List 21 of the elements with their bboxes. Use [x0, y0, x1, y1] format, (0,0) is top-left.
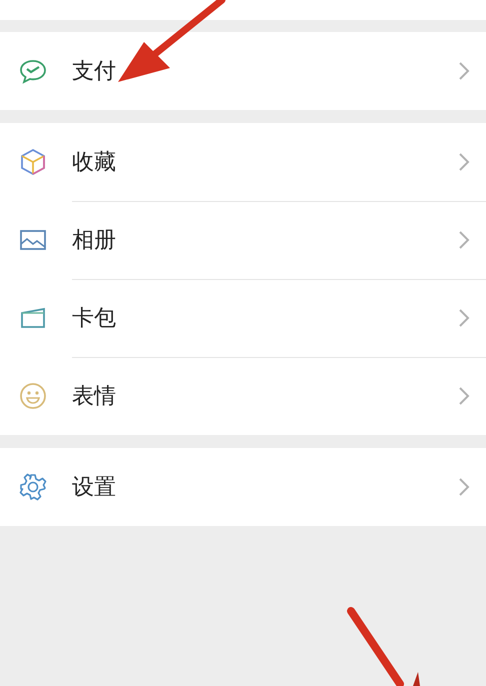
chevron-icon	[458, 61, 470, 81]
cube-icon	[18, 147, 48, 177]
settings-icon	[18, 472, 48, 502]
menu-item[interactable]: 相册	[0, 201, 486, 279]
menu-item[interactable]: 表情	[0, 357, 486, 435]
menu-label: 支付	[72, 58, 117, 86]
menu-label: 表情	[72, 382, 117, 410]
menu-item[interactable]: 卡包	[0, 279, 486, 357]
chevron-icon	[458, 308, 470, 328]
menu-label: 卡包	[72, 304, 117, 332]
chevron-icon	[458, 152, 470, 172]
menu-label: 相册	[72, 226, 117, 254]
chevron-icon	[458, 230, 470, 250]
menu-label: 设置	[72, 474, 117, 502]
menu-item[interactable]: 设置	[0, 448, 486, 526]
menu-label: 收藏	[72, 148, 117, 176]
chevron-icon	[458, 477, 470, 497]
smiley-icon	[18, 381, 48, 411]
menu-item[interactable]: 收藏	[0, 123, 486, 201]
chevron-icon	[458, 386, 470, 406]
menu-item[interactable]: 支付	[0, 32, 486, 110]
